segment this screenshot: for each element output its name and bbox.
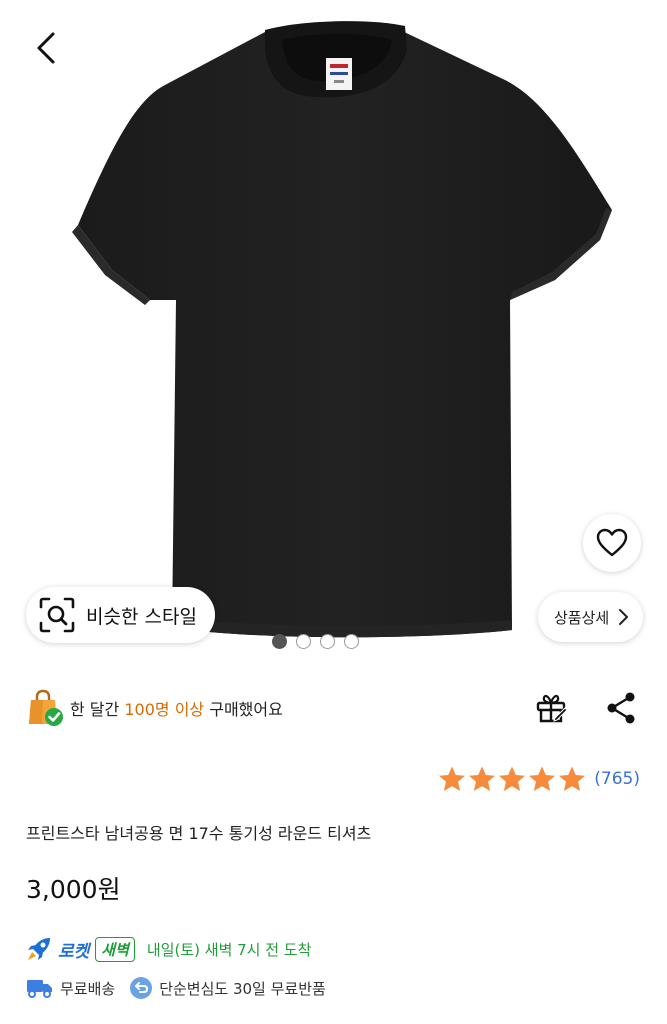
back-button[interactable] bbox=[28, 28, 64, 68]
review-count-link[interactable]: (765) bbox=[594, 769, 640, 789]
purchase-count-text: 한 달간 100명 이상 구매했어요 bbox=[70, 700, 283, 719]
star-icon bbox=[559, 766, 586, 791]
chevron-right-icon bbox=[619, 609, 629, 625]
product-detail-label: 상품상세 bbox=[554, 608, 610, 627]
gift-icon bbox=[536, 694, 568, 723]
rocket-delivery-row: 로켓 새벽 내일(토) 새벽 7시 전 도착 bbox=[26, 935, 311, 963]
arrival-estimate: 내일(토) 새벽 7시 전 도착 bbox=[146, 940, 312, 959]
rocket-icon bbox=[28, 938, 50, 960]
heart-icon bbox=[596, 528, 628, 557]
shipping-info-row: 무료배송 단순변심도 30일 무료반품 bbox=[26, 974, 326, 1002]
free-shipping-label: 무료배송 bbox=[60, 979, 116, 998]
purchase-count-row: 한 달간 100명 이상 구매했어요 bbox=[26, 686, 641, 730]
purchase-count-highlight: 100명 이상 bbox=[124, 700, 205, 719]
dawn-delivery-badge: 새벽 bbox=[95, 936, 135, 962]
rating-summary[interactable]: (765) bbox=[438, 763, 640, 795]
star-icon bbox=[499, 766, 526, 791]
share-icon bbox=[607, 692, 635, 724]
image-search-icon bbox=[39, 597, 75, 633]
product-image-gallery[interactable]: 비슷한 스타일 상품상세 bbox=[0, 0, 667, 660]
chevron-left-icon bbox=[37, 32, 55, 64]
carousel-indicator bbox=[0, 634, 649, 649]
star-icon bbox=[439, 766, 466, 791]
return-icon bbox=[130, 977, 153, 999]
similar-style-label: 비슷한 스타일 bbox=[86, 605, 197, 628]
carousel-dot[interactable] bbox=[344, 634, 359, 649]
star-icon bbox=[529, 766, 556, 791]
product-price: 3,000원 bbox=[26, 875, 121, 904]
truck-icon bbox=[27, 980, 52, 998]
gift-button[interactable] bbox=[531, 686, 571, 730]
free-return-label: 단순변심도 30일 무료반품 bbox=[159, 979, 326, 998]
carousel-dot[interactable] bbox=[320, 634, 335, 649]
share-button[interactable] bbox=[601, 686, 641, 730]
carousel-dot[interactable] bbox=[296, 634, 311, 649]
rocket-label: 로켓 bbox=[58, 941, 90, 962]
carousel-dot[interactable] bbox=[272, 634, 287, 649]
product-image-tshirt bbox=[72, 21, 612, 638]
wishlist-button[interactable] bbox=[583, 514, 641, 572]
star-icon bbox=[469, 766, 496, 791]
shopping-bag-check-icon bbox=[26, 688, 64, 728]
product-title: 프린트스타 남녀공용 면 17수 통기성 라운드 티셔츠 bbox=[26, 824, 372, 843]
